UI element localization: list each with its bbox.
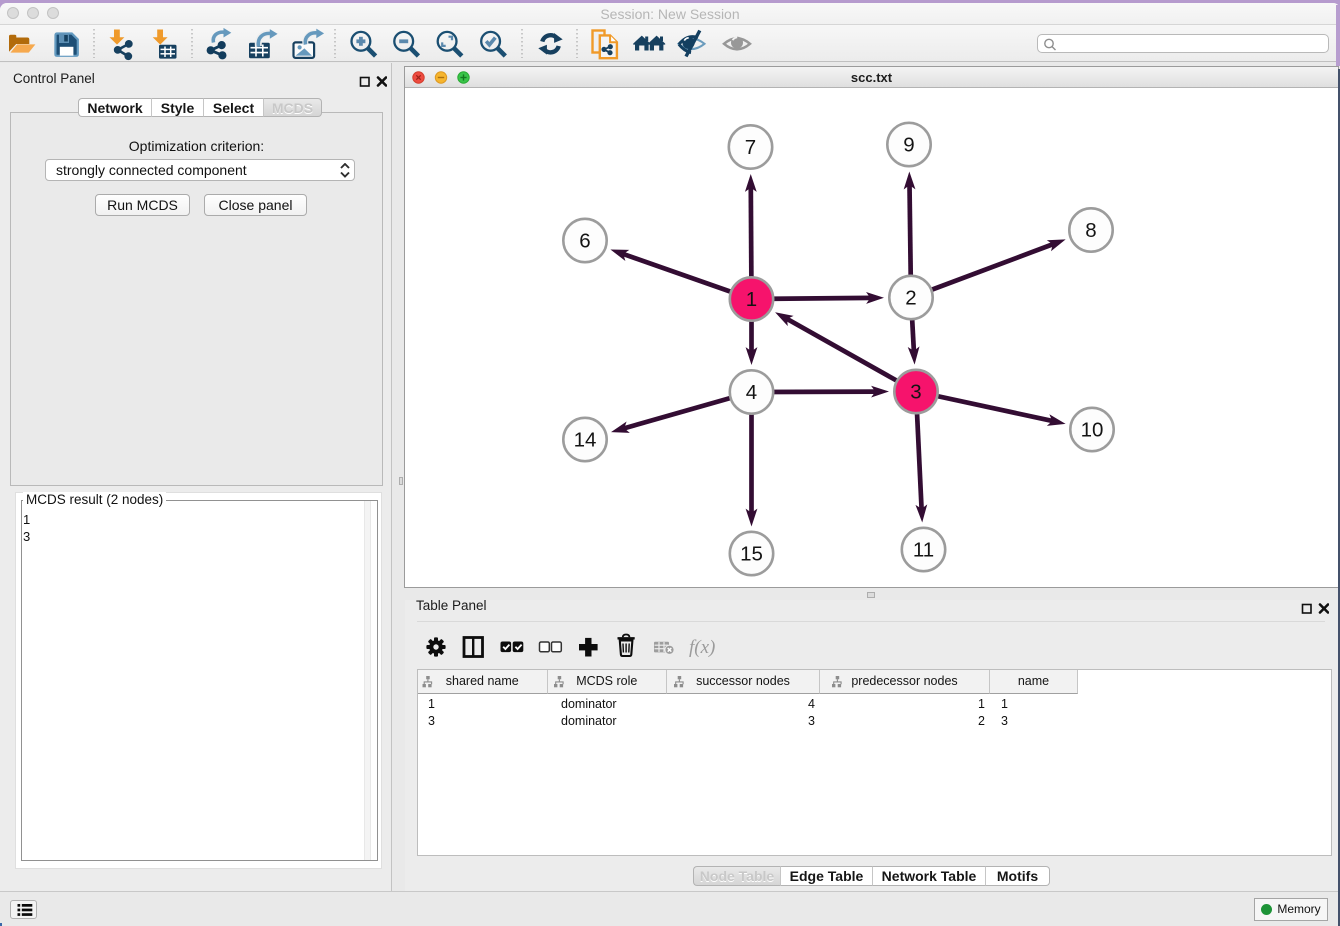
svg-text:1: 1 [745,288,756,311]
svg-text:7: 7 [744,136,755,159]
svg-text:10: 10 [1080,418,1103,441]
svg-text:6: 6 [579,229,590,252]
svg-text:4: 4 [745,381,756,404]
svg-text:3: 3 [910,380,921,403]
svg-text:8: 8 [1085,219,1096,242]
svg-text:2: 2 [905,286,916,309]
svg-text:f(x): f(x) [689,637,715,658]
svg-text:14: 14 [573,428,596,451]
svg-text:11: 11 [912,538,933,561]
svg-text:15: 15 [740,542,763,565]
svg-text:9: 9 [903,133,914,156]
